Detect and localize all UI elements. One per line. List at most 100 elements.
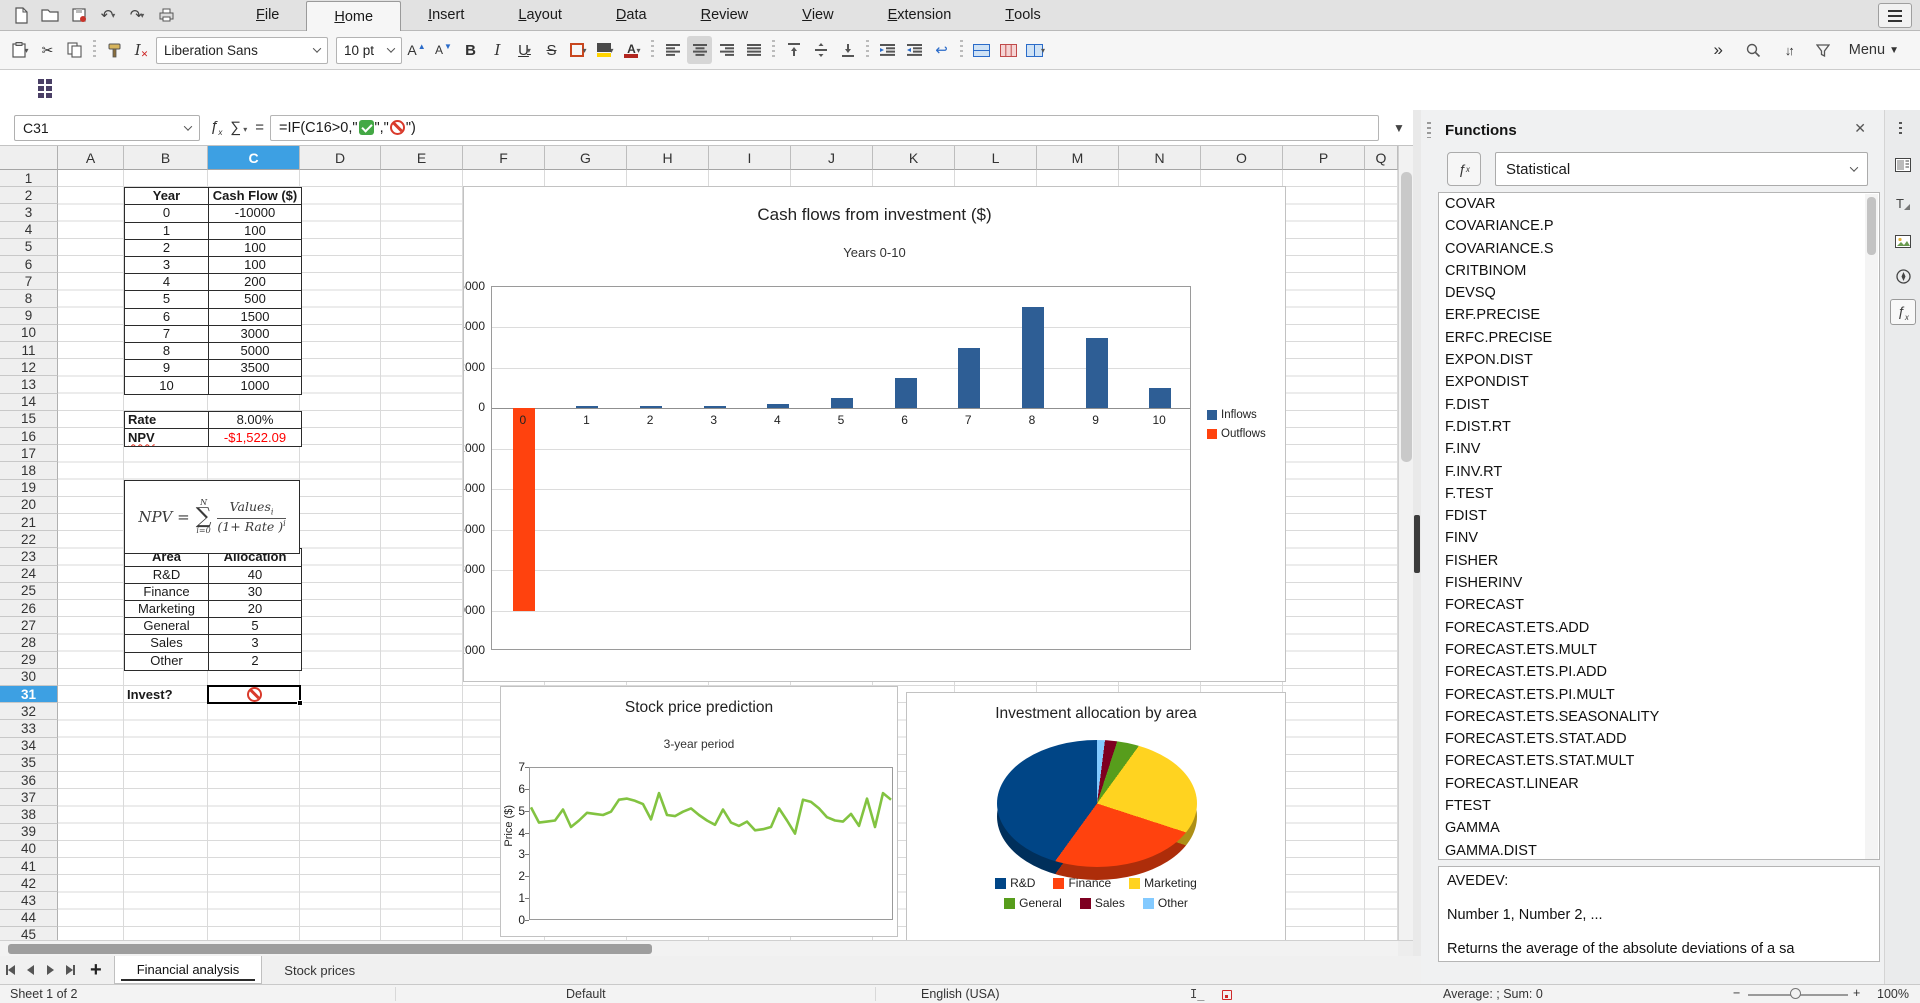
sidebar-splitter[interactable]	[1413, 110, 1421, 985]
function-item-erfc.precise[interactable]: ERFC.PRECISE	[1439, 327, 1879, 349]
table-cell[interactable]: Year	[125, 188, 209, 205]
tab-review[interactable]: Review	[674, 0, 776, 31]
row-header-33[interactable]: 33	[0, 720, 58, 737]
center-vertically-icon[interactable]	[808, 36, 833, 64]
italic-icon[interactable]: I	[485, 36, 510, 64]
table-cell[interactable]: 100	[209, 257, 301, 274]
function-item-forecast.ets.add[interactable]: FORECAST.ETS.ADD	[1439, 617, 1879, 639]
sidebar-hide-handle[interactable]	[1414, 515, 1420, 573]
row-header-44[interactable]: 44	[0, 910, 58, 927]
column-header-N[interactable]: N	[1119, 146, 1201, 170]
horizontal-scrollbar[interactable]	[0, 940, 1398, 956]
row-header-31[interactable]: 31	[0, 686, 58, 703]
last-sheet-icon[interactable]	[60, 960, 80, 980]
function-item-gamma[interactable]: GAMMA	[1439, 817, 1879, 839]
table-cell[interactable]: Cash Flow ($)	[209, 188, 301, 205]
function-item-forecast.linear[interactable]: FORECAST.LINEAR	[1439, 773, 1879, 795]
tab-extension[interactable]: Extension	[861, 0, 979, 31]
category-combobox[interactable]: Statistical	[1495, 152, 1868, 186]
language-status[interactable]: English (USA)	[921, 987, 1000, 1001]
column-header-C[interactable]: C	[208, 146, 300, 170]
column-header-D[interactable]: D	[300, 146, 381, 170]
underline-icon[interactable]: U▾	[512, 36, 537, 64]
gallery-deck-icon[interactable]	[1890, 228, 1916, 254]
function-item-forecast.ets.pi.mult[interactable]: FORECAST.ETS.PI.MULT	[1439, 684, 1879, 706]
table-cell[interactable]: 100	[209, 240, 301, 257]
paste-icon[interactable]: ▾	[8, 36, 33, 64]
clear-formatting-icon[interactable]: I✕	[129, 36, 154, 64]
function-item-devsq[interactable]: DEVSQ	[1439, 282, 1879, 304]
unmerge-cells-icon[interactable]: ▾	[1023, 36, 1048, 64]
vertical-scrollbar-thumb[interactable]	[1401, 172, 1412, 462]
function-item-covar[interactable]: COVAR	[1439, 193, 1879, 215]
zoom-out-icon[interactable]: −	[1733, 986, 1740, 1000]
row-header-42[interactable]: 42	[0, 875, 58, 892]
row-header-20[interactable]: 20	[0, 497, 58, 514]
column-header-L[interactable]: L	[955, 146, 1037, 170]
decrease-indent-icon[interactable]	[902, 36, 927, 64]
tab-data[interactable]: Data	[589, 0, 674, 31]
strikethrough-icon[interactable]: S	[539, 36, 564, 64]
row-header-36[interactable]: 36	[0, 772, 58, 789]
table-cell[interactable]: 100	[209, 223, 301, 240]
tab-view[interactable]: View	[775, 0, 860, 31]
fill-handle[interactable]	[297, 700, 303, 706]
add-sheet-icon[interactable]: +	[90, 959, 102, 982]
toolbar-overflow-icon[interactable]: »	[1706, 36, 1731, 64]
row-header-3[interactable]: 3	[0, 204, 58, 221]
function-item-f.dist[interactable]: F.DIST	[1439, 394, 1879, 416]
tab-layout[interactable]: Layout	[491, 0, 589, 31]
row-header-27[interactable]: 27	[0, 617, 58, 634]
invest-label-cell[interactable]: Invest?	[124, 686, 208, 703]
open-file-icon[interactable]	[39, 4, 61, 26]
spreadsheet-grid[interactable]: ABCDEFGHIJKLMNOPQ12345678910111213141516…	[0, 146, 1398, 940]
row-header-45[interactable]: 45	[0, 927, 58, 940]
row-header-15[interactable]: 15	[0, 411, 58, 428]
sidebar-toggle-icon[interactable]	[38, 79, 60, 101]
previous-sheet-icon[interactable]	[20, 960, 40, 980]
align-center-icon[interactable]	[687, 36, 712, 64]
function-item-expon.dist[interactable]: EXPON.DIST	[1439, 349, 1879, 371]
table-cell[interactable]: 7	[125, 326, 209, 343]
function-item-forecast.ets.seasonality[interactable]: FORECAST.ETS.SEASONALITY	[1439, 706, 1879, 728]
undo-icon[interactable]: ↶▾	[97, 4, 119, 26]
table-cell[interactable]: R&D	[125, 567, 209, 584]
row-header-32[interactable]: 32	[0, 703, 58, 720]
function-item-f.inv.rt[interactable]: F.INV.RT	[1439, 461, 1879, 483]
function-list[interactable]: COVARCOVARIANCE.PCOVARIANCE.SCRITBINOMDE…	[1438, 192, 1880, 860]
sheet-tab-financial-analysis[interactable]: Financial analysis	[114, 956, 263, 984]
column-header-A[interactable]: A	[58, 146, 124, 170]
merge-cells-icon[interactable]	[969, 36, 994, 64]
table-cell[interactable]: 5	[209, 618, 301, 635]
page-style-status[interactable]: Default	[566, 987, 606, 1001]
function-item-gamma.dist[interactable]: GAMMA.DIST	[1439, 840, 1879, 860]
row-header-6[interactable]: 6	[0, 256, 58, 273]
pie-chart[interactable]: Investment allocation by area R&DFinance…	[906, 692, 1286, 940]
column-header-E[interactable]: E	[381, 146, 463, 170]
menu-button[interactable]: Menu ▼	[1846, 36, 1902, 64]
zoom-in-icon[interactable]: +	[1853, 986, 1860, 1000]
table-cell[interactable]: Marketing	[125, 601, 209, 618]
table-cell[interactable]: Other	[125, 653, 209, 670]
table-cell[interactable]: 5	[125, 291, 209, 308]
navigator-deck-icon[interactable]	[1890, 263, 1916, 289]
bold-icon[interactable]: B	[458, 36, 483, 64]
function-item-critbinom[interactable]: CRITBINOM	[1439, 260, 1879, 282]
function-item-expondist[interactable]: EXPONDIST	[1439, 371, 1879, 393]
table-cell[interactable]: 5000	[209, 343, 301, 360]
row-header-21[interactable]: 21	[0, 514, 58, 531]
align-bottom-icon[interactable]	[835, 36, 860, 64]
cut-icon[interactable]: ✂	[35, 36, 60, 64]
table-cell[interactable]: 2	[209, 653, 301, 670]
row-header-7[interactable]: 7	[0, 273, 58, 290]
table-cell[interactable]: 1000	[209, 377, 301, 394]
function-wizard-icon[interactable]: ƒx	[210, 118, 222, 137]
row-header-25[interactable]: 25	[0, 583, 58, 600]
function-item-forecast.ets.stat.add[interactable]: FORECAST.ETS.STAT.ADD	[1439, 728, 1879, 750]
bar-chart[interactable]: Cash flows from investment ($) Years 0-1…	[463, 186, 1286, 682]
row-header-30[interactable]: 30	[0, 669, 58, 686]
table-cell[interactable]: 6	[125, 309, 209, 326]
function-item-f.test[interactable]: F.TEST	[1439, 483, 1879, 505]
functions-deck-icon[interactable]: ƒx	[1890, 299, 1916, 325]
function-item-ftest[interactable]: FTEST	[1439, 795, 1879, 817]
